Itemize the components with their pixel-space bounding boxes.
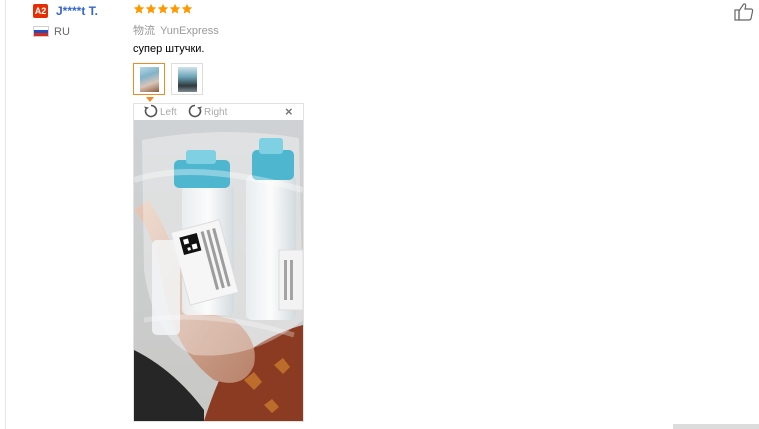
rotate-right-label: Right [204,106,228,118]
buyer-level-badge: A2 [33,4,48,18]
close-viewer-button[interactable]: × [285,104,293,120]
star-icon [157,3,169,15]
review-photo [134,120,303,421]
rotate-right-icon [187,103,203,121]
viewer-toolbar: Left Right × [134,104,303,120]
star-icon [145,3,157,15]
star-rating [133,3,193,17]
shipping-info: 物流 YunExpress [133,22,219,38]
photo-thumbnail[interactable] [133,63,165,95]
thumbs-up-icon[interactable] [734,2,754,22]
reviewer-country: RU [54,26,70,38]
rotate-left-button[interactable]: Left [143,104,177,120]
horizontal-scrollbar[interactable] [673,424,759,429]
photo-thumbnail[interactable] [171,63,203,95]
rotate-right-button[interactable]: Right [187,104,227,120]
star-icon [133,3,145,15]
reviewer-name[interactable]: J****t T. [56,4,98,18]
star-icon [169,3,181,15]
shipping-carrier: YunExpress [160,25,219,37]
rotate-left-icon [143,103,159,121]
left-divider [5,0,6,429]
shipping-label: 物流 [133,25,155,37]
selected-thumbnail-indicator [146,97,154,102]
russia-flag-icon [33,26,49,37]
review-text: супер штучки. [133,43,205,55]
rotate-left-label: Left [160,106,177,118]
star-icon [181,3,193,15]
photo-viewer: Left Right × [133,103,304,422]
